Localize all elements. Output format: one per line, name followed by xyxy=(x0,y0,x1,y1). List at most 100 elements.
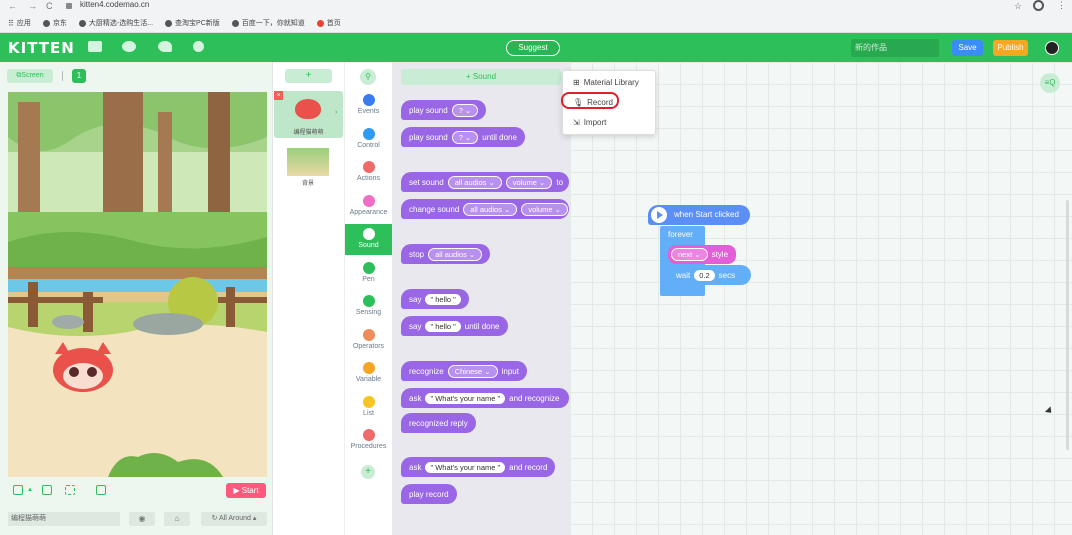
bookmark-taobao[interactable]: 查淘宝PC新版 xyxy=(165,16,220,30)
bookmark-home[interactable]: 首页 xyxy=(316,16,341,30)
category-label: Sound xyxy=(358,242,379,249)
volume-dropdown[interactable]: volume ⌄ xyxy=(521,202,568,216)
rotation-mode-select[interactable]: ↻ All Around ▴ xyxy=(201,512,267,526)
reload-icon[interactable]: C xyxy=(46,1,53,11)
text-input[interactable]: " hello " xyxy=(425,293,461,305)
bookmark-label: 百度一下，你就知道 xyxy=(241,20,305,27)
set-sound-block[interactable]: set sound all audios ⌄ volume ⌄ to xyxy=(401,172,569,192)
wait-seconds-input[interactable]: 0.2 xyxy=(694,269,715,281)
background-item[interactable]: 背景 xyxy=(285,146,331,190)
add-extension-button[interactable]: + xyxy=(361,465,375,479)
grid-icon[interactable] xyxy=(42,485,52,495)
category-events[interactable]: Events xyxy=(345,90,392,121)
work-name-input[interactable]: 新的作品 xyxy=(851,39,939,57)
play-sound-until-done-block[interactable]: play sound? ⌄ until done xyxy=(401,127,525,147)
block-label: ask xyxy=(409,393,422,403)
actions-icon xyxy=(362,161,375,173)
tutorial-icon[interactable] xyxy=(158,41,172,52)
bookmark-label: 应用 xyxy=(16,20,31,27)
avatar[interactable] xyxy=(1045,41,1059,55)
globe-icon xyxy=(78,19,86,27)
text-input[interactable]: " hello " xyxy=(425,320,461,332)
stop-sound-block[interactable]: stop all audios ⌄ xyxy=(401,244,491,264)
back-icon[interactable]: ← xyxy=(8,1,17,11)
workspace-scrollbar[interactable] xyxy=(1066,200,1069,450)
say-block[interactable]: say " hello " xyxy=(401,289,469,309)
category-control[interactable]: Control xyxy=(345,124,392,155)
profile-icon[interactable] xyxy=(1033,0,1044,11)
language-dropdown[interactable]: Chinese ⌄ xyxy=(447,364,498,378)
start-button[interactable]: ▶ Start xyxy=(226,483,266,498)
category-variable[interactable]: Variable xyxy=(345,358,392,389)
suggest-button[interactable]: Suggest xyxy=(506,40,560,56)
menu-item-material-library[interactable]: ⊞ Material Library xyxy=(573,78,639,87)
menu-item-import[interactable]: ⇲ Import xyxy=(573,118,606,127)
bookmark-chef[interactable]: 大厨精选-选购生活... xyxy=(78,16,153,30)
apps-icon: ⠿ xyxy=(8,18,14,28)
stage-canvas[interactable] xyxy=(8,92,267,477)
chevron-down-icon: ▴ xyxy=(250,515,257,522)
bookmark-baidu[interactable]: 百度一下，你就知道 xyxy=(231,16,305,30)
screen-button[interactable]: ⧉Screen xyxy=(7,69,53,83)
url-text[interactable]: kitten4.codemao.cn xyxy=(80,0,149,9)
screen-number[interactable]: 1 xyxy=(72,69,86,83)
category-procedures[interactable]: Procedures xyxy=(345,425,392,456)
screenshot-icon[interactable] xyxy=(96,485,106,495)
style-dropdown[interactable]: next ⌄ xyxy=(671,248,708,261)
category-pen[interactable]: Pen xyxy=(345,258,392,289)
bookmark-jd[interactable]: 京东 xyxy=(42,16,67,30)
user-icon[interactable] xyxy=(122,41,136,52)
fullscreen-icon[interactable] xyxy=(65,485,75,495)
publish-button[interactable]: Publish xyxy=(993,40,1028,56)
delete-icon[interactable]: × xyxy=(274,91,283,100)
play-record-block[interactable]: play record xyxy=(401,484,457,504)
category-sound[interactable]: Sound xyxy=(345,224,392,255)
block-label: recognized reply xyxy=(409,418,468,428)
audio-dropdown[interactable]: all audios ⌄ xyxy=(463,202,518,216)
globe-icon xyxy=(42,19,50,27)
audio-dropdown[interactable]: all audios ⌄ xyxy=(447,175,502,189)
lock-icon[interactable]: ⌂ xyxy=(164,512,190,526)
audio-dropdown[interactable]: all audios ⌄ xyxy=(428,247,483,261)
recognize-block[interactable]: recognize Chinese ⌄ input xyxy=(401,361,527,381)
next-style-block[interactable]: next ⌄ style xyxy=(668,245,736,264)
control-icon xyxy=(362,127,375,140)
add-sound-button[interactable]: + Sound xyxy=(401,69,561,85)
settings-icon[interactable] xyxy=(193,41,204,52)
eye-icon[interactable]: ◉ xyxy=(129,512,155,526)
bookmark-label: 首页 xyxy=(326,20,341,27)
category-sensing[interactable]: Sensing xyxy=(345,291,392,322)
category-list[interactable]: List xyxy=(345,392,392,423)
menu-icon[interactable]: ⋮ xyxy=(1057,0,1066,11)
ask-and-record-block[interactable]: ask " What's your name " and record xyxy=(401,457,556,477)
text-input[interactable]: " What's your name " xyxy=(425,392,506,404)
forward-icon[interactable]: → xyxy=(28,1,37,11)
when-start-clicked-block[interactable]: when Start clicked xyxy=(648,205,750,225)
category-actions[interactable]: Actions xyxy=(345,157,392,188)
category-appearance[interactable]: Appearance xyxy=(345,191,392,222)
play-sound-block[interactable]: play sound? ⌄ xyxy=(401,100,487,120)
sprite-item[interactable]: × › 编程猫萌萌 xyxy=(274,91,343,138)
wait-block[interactable]: wait 0.2 secs xyxy=(668,265,751,285)
bookmark-apps[interactable]: ⠿ 应用 xyxy=(8,16,31,30)
change-sound-block[interactable]: change sound all audios ⌄ volume ⌄ xyxy=(401,199,569,219)
say-until-done-block[interactable]: say " hello " until done xyxy=(401,316,508,336)
search-icon[interactable]: ⚲ xyxy=(360,69,376,85)
volume-dropdown[interactable]: volume ⌄ xyxy=(505,175,553,189)
category-operators[interactable]: Operators xyxy=(345,325,392,356)
folder-icon[interactable] xyxy=(88,41,102,52)
recognized-reply-block[interactable]: recognized reply xyxy=(401,413,476,433)
phone-size-icon[interactable] xyxy=(13,485,23,495)
sound-dropdown[interactable]: ? ⌄ xyxy=(451,103,479,117)
star-icon[interactable]: ☆ xyxy=(1014,1,1022,12)
library-icon: ⊞ xyxy=(573,78,580,87)
text-input[interactable]: " What's your name " xyxy=(425,461,506,473)
sound-dropdown[interactable]: ? ⌄ xyxy=(451,130,479,144)
save-button[interactable]: Save xyxy=(952,40,983,56)
category-label: Appearance xyxy=(349,208,388,216)
sprite-name-field[interactable]: 编程猫萌萌 xyxy=(8,512,120,526)
ask-and-recognize-block[interactable]: ask " What's your name " and recognize xyxy=(401,388,569,408)
size-dropdown-icon[interactable]: ▲ xyxy=(27,487,33,493)
add-sprite-button[interactable]: + xyxy=(285,69,332,83)
code-view-icon[interactable]: ≡Q xyxy=(1040,73,1060,93)
